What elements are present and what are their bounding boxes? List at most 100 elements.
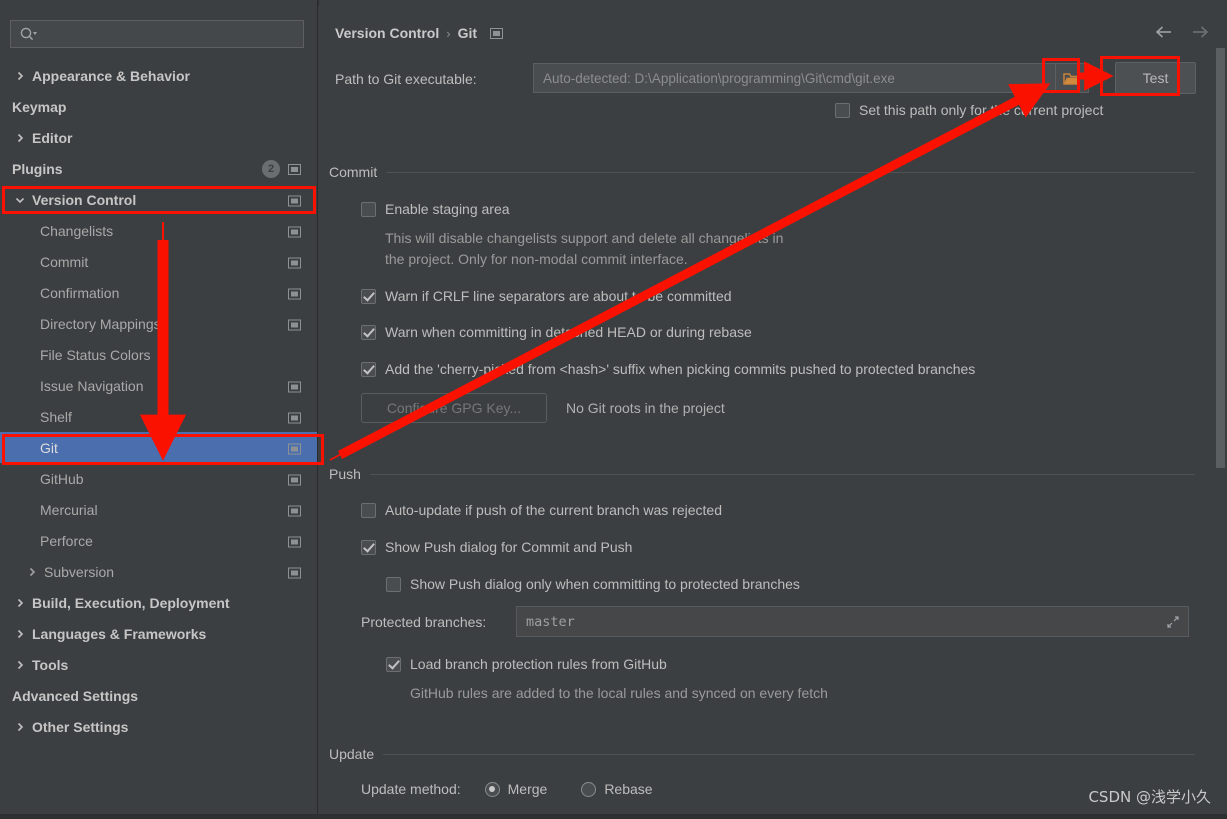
sidebar-item-label: Directory Mappings (40, 315, 161, 332)
sidebar-item-changelists[interactable]: Changelists (0, 215, 317, 246)
enable-staging-label: Enable staging area (385, 201, 510, 217)
project-level-settings-icon (288, 256, 301, 268)
sidebar-item-indicators (288, 473, 301, 485)
warn-detached-row: Warn when committing in detached HEAD or… (361, 324, 752, 340)
cherry-pick-checkbox[interactable] (361, 362, 376, 377)
sidebar-item-label: Version Control (32, 191, 137, 208)
sidebar-item-tools[interactable]: Tools (0, 649, 317, 680)
sidebar-item-issue-navigation[interactable]: Issue Navigation (0, 370, 317, 401)
auto-update-label: Auto-update if push of the current branc… (385, 502, 722, 518)
sidebar-item-directory-mappings[interactable]: Directory Mappings (0, 308, 317, 339)
test-button[interactable]: Test (1115, 62, 1196, 94)
commit-section-header: Commit (329, 164, 1195, 180)
browse-path-button[interactable] (1056, 63, 1089, 93)
sidebar-item-editor[interactable]: Editor (0, 122, 317, 153)
chevron-down-icon[interactable] (12, 192, 28, 208)
project-level-settings-icon (288, 504, 301, 516)
show-push-protected-row: Show Push dialog only when committing to… (386, 576, 800, 592)
breadcrumb-leaf: Git (457, 25, 478, 41)
load-rules-hint: GitHub rules are added to the local rule… (410, 685, 828, 701)
radio-rebase[interactable]: Rebase (581, 781, 653, 797)
breadcrumb: Version Control › Git (335, 25, 504, 41)
sidebar-item-advanced-settings[interactable]: Advanced Settings (0, 680, 317, 711)
sidebar-item-indicators (288, 535, 301, 547)
settings-tree: Appearance & Behavior Keymap Editor Plugins… (0, 60, 317, 742)
sidebar-item-label: Plugins (12, 160, 63, 177)
sidebar-item-file-status-colors[interactable]: File Status Colors (0, 339, 317, 370)
project-level-settings-icon (288, 473, 301, 485)
sidebar-item-perforce[interactable]: Perforce (0, 525, 317, 556)
sidebar-item-label: Build, Execution, Deployment (32, 594, 230, 611)
breadcrumb-root[interactable]: Version Control (335, 25, 439, 41)
sidebar-item-version-control[interactable]: Version Control (0, 184, 317, 215)
sidebar-item-languages-frameworks[interactable]: Languages & Frameworks (0, 618, 317, 649)
sidebar-item-commit[interactable]: Commit (0, 246, 317, 277)
radio-rebase-label: Rebase (604, 781, 653, 797)
sidebar-item-build-execution-deployment[interactable]: Build, Execution, Deployment (0, 587, 317, 618)
project-level-settings-icon (288, 411, 301, 423)
configure-gpg-key-button[interactable]: Configure GPG Key... (361, 393, 547, 423)
git-settings-panel: Version Control › Git Path to Git execut… (319, 0, 1227, 819)
protected-branches-label: Protected branches: (361, 614, 487, 630)
sidebar-item-indicators (288, 225, 301, 237)
git-path-input[interactable]: Auto-detected: D:\Application\programmin… (533, 63, 1056, 93)
warn-crlf-checkbox[interactable] (361, 289, 376, 304)
chevron-right-icon[interactable] (12, 719, 28, 735)
search-icon (19, 26, 37, 42)
radio-merge[interactable]: Merge (484, 781, 547, 797)
chevron-right-icon[interactable] (12, 626, 28, 642)
sidebar-item-label: File Status Colors (40, 346, 151, 363)
sidebar-item-github[interactable]: GitHub (0, 463, 317, 494)
expand-icon[interactable] (1166, 615, 1180, 629)
sidebar-item-plugins[interactable]: Plugins 2 (0, 153, 317, 184)
project-level-settings-icon (288, 225, 301, 237)
chevron-right-icon[interactable] (24, 564, 40, 580)
project-level-settings-icon (288, 194, 301, 206)
sidebar-item-label: Git (40, 439, 58, 456)
project-level-settings-icon (288, 163, 301, 175)
chevron-right-icon[interactable] (12, 68, 28, 84)
sidebar-item-mercurial[interactable]: Mercurial (0, 494, 317, 525)
project-level-settings-icon (288, 535, 301, 547)
auto-update-checkbox[interactable] (361, 503, 376, 518)
sidebar-item-appearance-behavior[interactable]: Appearance & Behavior (0, 60, 317, 91)
update-method-row: Update method: Merge Rebase (361, 781, 653, 797)
show-push-dialog-checkbox[interactable] (361, 540, 376, 555)
sidebar-item-indicators (288, 504, 301, 516)
sidebar-item-confirmation[interactable]: Confirmation (0, 277, 317, 308)
back-arrow-icon[interactable] (1154, 22, 1174, 42)
search-input[interactable] (10, 20, 304, 48)
watermark: CSDN @浅学小久 (1088, 788, 1211, 806)
sidebar-item-label: Appearance & Behavior (32, 67, 190, 84)
chevron-right-icon[interactable] (12, 657, 28, 673)
sidebar-item-keymap[interactable]: Keymap (0, 91, 317, 122)
no-git-roots-note: No Git roots in the project (566, 400, 725, 416)
sidebar-item-other-settings[interactable]: Other Settings (0, 711, 317, 742)
sidebar-item-indicators (288, 380, 301, 392)
settings-sync-icon[interactable] (490, 27, 504, 39)
chevron-right-icon[interactable] (12, 595, 28, 611)
push-section-divider (369, 473, 1195, 475)
panel-scrollbar-thumb[interactable] (1216, 48, 1225, 468)
enable-staging-hint-line1: This will disable changelists support an… (385, 230, 784, 246)
show-push-protected-label: Show Push dialog only when committing to… (410, 576, 800, 592)
sidebar-item-label: Shelf (40, 408, 72, 425)
chevron-right-icon[interactable] (12, 130, 28, 146)
cherry-pick-row: Add the 'cherry-picked from <hash>' suff… (361, 361, 975, 377)
show-push-protected-checkbox[interactable] (386, 577, 401, 592)
panel-scrollbar[interactable] (1214, 0, 1227, 819)
enable-staging-checkbox[interactable] (361, 202, 376, 217)
sidebar-item-shelf[interactable]: Shelf (0, 401, 317, 432)
update-section-header: Update (329, 746, 1195, 762)
load-rules-checkbox[interactable] (386, 657, 401, 672)
sidebar-item-indicators (288, 194, 301, 206)
protected-branches-input[interactable]: master (516, 606, 1189, 637)
only-current-project-checkbox[interactable] (835, 103, 850, 118)
update-method-label: Update method: (361, 781, 461, 797)
sidebar-item-git[interactable]: Git (0, 432, 317, 463)
sidebar-item-label: Other Settings (32, 718, 129, 735)
sidebar-item-label: Tools (32, 656, 69, 673)
sidebar-item-indicators (288, 566, 301, 578)
sidebar-item-subversion[interactable]: Subversion (0, 556, 317, 587)
warn-detached-checkbox[interactable] (361, 325, 376, 340)
